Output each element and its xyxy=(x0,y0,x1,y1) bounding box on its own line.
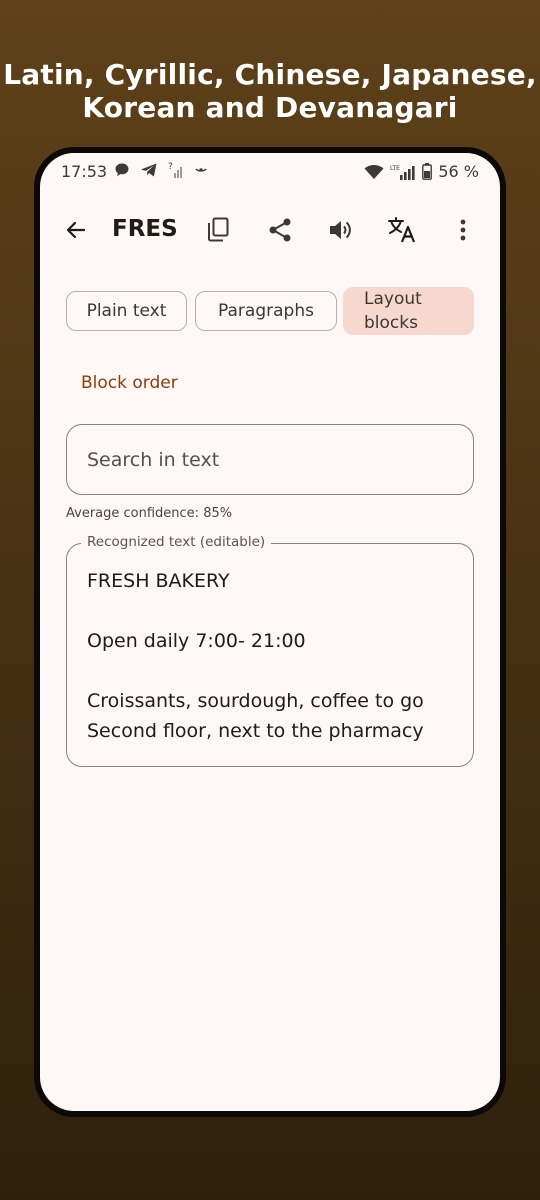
recognized-text-field[interactable]: Recognized text (editable) FRESH BAKERY … xyxy=(66,534,474,767)
recognized-text-content[interactable]: FRESH BAKERY Open daily 7:00- 21:00 Croi… xyxy=(87,566,424,746)
eye-icon xyxy=(195,168,207,172)
battery-icon xyxy=(422,163,433,180)
app-bar: FRES xyxy=(40,205,500,255)
share-button[interactable] xyxy=(260,210,300,250)
block-order-button[interactable]: Block order xyxy=(81,373,178,393)
svg-text:?: ? xyxy=(168,162,173,172)
chat-bubble-icon xyxy=(115,163,129,177)
status-right: LTE 56 % xyxy=(364,162,479,181)
promo-headline-line1: Latin, Cyrillic, Chinese, Japanese, xyxy=(3,58,537,91)
chip-layout-blocks[interactable]: Layout blocks xyxy=(343,287,474,335)
promo-headline-line2: Korean and Devanagari xyxy=(82,91,458,124)
chip-layout-blocks-line1: Layout xyxy=(364,289,422,309)
chip-layout-blocks-line2: blocks xyxy=(364,313,418,333)
recognized-text-label: Recognized text (editable) xyxy=(81,534,272,550)
svg-text:LTE: LTE xyxy=(390,165,400,172)
status-bar: 17:53 ? LTE 56 % xyxy=(40,153,500,189)
volume-icon xyxy=(330,221,351,239)
page-title: FRES xyxy=(112,216,178,242)
speak-button[interactable] xyxy=(321,210,361,250)
share-icon xyxy=(269,218,291,242)
telegram-icon xyxy=(141,163,157,177)
back-arrow-icon xyxy=(66,221,86,239)
average-confidence: Average confidence: 85% xyxy=(66,506,233,521)
notification-icons: ? xyxy=(114,161,208,179)
more-vert-icon xyxy=(460,219,466,241)
phone-screen: 17:53 ? LTE 56 % FRES Plain text Paragra… xyxy=(40,153,500,1111)
copy-icon xyxy=(208,217,229,242)
translate-button[interactable] xyxy=(382,210,422,250)
more-options-button[interactable] xyxy=(443,210,483,250)
status-time: 17:53 xyxy=(61,162,108,181)
search-input[interactable] xyxy=(66,424,474,495)
chip-paragraphs[interactable]: Paragraphs xyxy=(195,291,337,331)
translate-icon xyxy=(388,217,416,243)
chip-paragraphs-label: Paragraphs xyxy=(218,301,314,321)
lte-signal-icon: LTE xyxy=(390,165,415,180)
promo-headline: Latin, Cyrillic, Chinese, Japanese, Kore… xyxy=(0,58,540,124)
chip-plain-text-label: Plain text xyxy=(86,301,167,321)
battery-percent: 56 % xyxy=(438,162,479,181)
chip-layout-blocks-label: Layout blocks xyxy=(364,287,422,335)
chip-plain-text[interactable]: Plain text xyxy=(66,291,187,331)
no-signal-icon: ? xyxy=(168,162,182,178)
copy-button[interactable] xyxy=(198,210,238,250)
back-button[interactable] xyxy=(56,210,96,250)
wifi-icon xyxy=(364,164,384,179)
